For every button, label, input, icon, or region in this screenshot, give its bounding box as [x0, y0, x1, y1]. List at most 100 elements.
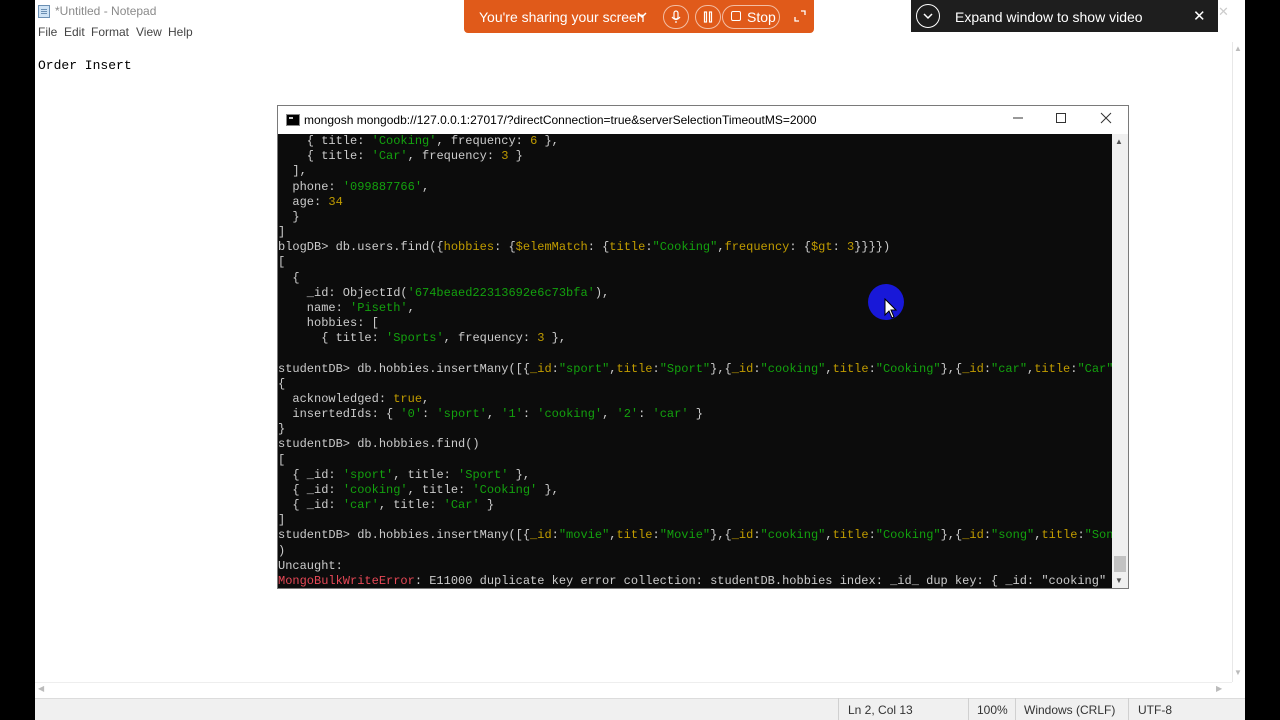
console-text-segment: 'cooking'	[342, 482, 408, 497]
console-text-segment: :	[422, 407, 437, 422]
menu-view[interactable]: View	[136, 25, 162, 39]
console-text-segment: 'cooking'	[537, 407, 603, 422]
maximize-icon[interactable]	[1053, 111, 1069, 127]
console-output[interactable]: { title: 'Cooking', frequency: 6 }, { ti…	[278, 134, 1112, 588]
console-text-segment: MongoBulkWriteError	[278, 573, 415, 588]
notepad-vertical-scrollbar[interactable]	[1232, 42, 1246, 682]
console-text-segment: , title:	[378, 498, 444, 513]
console-text-segment: 'Cooking'	[472, 482, 538, 497]
console-text-segment: }	[278, 422, 286, 437]
console-text-segment: {	[278, 270, 300, 285]
console-text-segment: 'sport'	[342, 467, 394, 482]
console-text-segment: "Cooking"	[652, 240, 718, 255]
console-text-segment: ,	[486, 407, 502, 422]
console-line: blogDB> db.users.find({hobbies: {$elemMa…	[278, 240, 890, 255]
scroll-left-arrow-icon[interactable]: ◀	[38, 684, 44, 693]
console-text-segment: , frequency:	[436, 134, 531, 148]
mouse-pointer-icon	[884, 297, 898, 320]
console-text-segment: Uncaught:	[278, 558, 343, 573]
console-scrollbar[interactable]	[1112, 134, 1128, 588]
expand-icon[interactable]	[792, 8, 808, 24]
scroll-up-arrow-icon[interactable]: ▲	[1234, 44, 1242, 53]
scroll-down-arrow-icon[interactable]: ▼	[1234, 668, 1242, 677]
letterbox-right	[1245, 0, 1280, 720]
console-line: { _id: 'sport', title: 'Sport' },	[278, 468, 530, 483]
console-text-segment: 'Sports'	[386, 331, 444, 346]
menu-help[interactable]: Help	[168, 25, 193, 39]
stop-label: Stop	[747, 9, 776, 25]
console-text-segment: },{	[710, 528, 732, 543]
console-text-segment: :	[983, 361, 992, 376]
notepad-content[interactable]: Order Insert	[38, 58, 132, 73]
notepad-horizontal-scrollbar[interactable]	[35, 682, 1232, 697]
close-icon[interactable]: ✕	[1193, 7, 1206, 25]
screen-share-label[interactable]: You're sharing your screen	[479, 9, 645, 25]
console-text-segment: "Movie"	[659, 528, 711, 543]
console-text-segment: title	[616, 528, 653, 543]
menu-file[interactable]: File	[38, 25, 57, 39]
console-text-segment: ,	[717, 240, 725, 255]
scroll-down-arrow-icon[interactable]: ▼	[1115, 576, 1123, 585]
console-text-segment: "Cooking"	[875, 528, 941, 543]
console-text-segment: 'sport'	[436, 407, 487, 422]
console-text-segment: :	[868, 361, 876, 376]
console-text-segment: [	[278, 255, 286, 270]
console-text-segment: "song"	[991, 528, 1035, 543]
console-line: studentDB> db.hobbies.insertMany([{_id:"…	[278, 528, 1112, 543]
scroll-up-arrow-icon[interactable]: ▲	[1115, 137, 1123, 146]
console-title: mongosh mongodb://127.0.0.1:27017/?direc…	[304, 113, 817, 127]
console-text-segment: 'car'	[342, 498, 379, 513]
console-line: { title: 'Car', frequency: 3 }	[278, 149, 523, 164]
expand-video-label[interactable]: Expand window to show video	[955, 9, 1143, 25]
close-icon[interactable]: ✕	[1218, 4, 1229, 20]
chevron-down-icon[interactable]	[637, 9, 647, 21]
status-encoding: UTF-8	[1138, 703, 1172, 717]
console-text-segment: :	[551, 361, 559, 376]
console-line: hobbies: [	[278, 316, 379, 331]
console-scroll-thumb[interactable]	[1114, 556, 1126, 572]
menu-edit[interactable]: Edit	[64, 25, 85, 39]
console-line: }	[278, 210, 299, 225]
console-text-segment: }	[688, 407, 703, 422]
console-text-segment: :	[753, 361, 761, 376]
console-text-segment: :	[753, 528, 761, 543]
console-text-segment: title	[832, 361, 869, 376]
menu-format[interactable]: Format	[91, 25, 129, 39]
console-text-segment: _id	[962, 528, 984, 543]
console-text-segment: "movie"	[558, 528, 610, 543]
console-text-segment: "cooking"	[760, 528, 826, 543]
pause-icon[interactable]	[695, 5, 721, 29]
console-text-segment: : E11000 duplicate key error collection:…	[414, 573, 1112, 588]
console-text-segment: , title:	[407, 482, 473, 497]
console-text-segment: : {	[494, 240, 516, 255]
status-line-ending: Windows (CRLF)	[1024, 703, 1116, 717]
console-text-segment: }	[508, 149, 523, 164]
console-text-segment: $elemMatch	[515, 240, 588, 255]
console-text-segment: { _id:	[278, 482, 343, 497]
close-icon[interactable]	[1098, 111, 1114, 127]
status-divider	[1128, 698, 1129, 720]
scroll-right-arrow-icon[interactable]: ▶	[1216, 684, 1222, 693]
console-line: )	[278, 544, 285, 559]
console-line: { title: 'Sports', frequency: 3 },	[278, 331, 566, 346]
console-line: phone: '099887766',	[278, 180, 429, 195]
console-text-segment: :	[551, 528, 559, 543]
console-text-segment: blogDB> db.users.find({	[278, 240, 444, 255]
console-text-segment: :	[1077, 528, 1085, 543]
console-text-segment: },{	[940, 361, 963, 376]
console-line: insertedIds: { '0': 'sport', '1': 'cooki…	[278, 407, 703, 422]
microphone-icon[interactable]	[663, 5, 689, 29]
letterbox-left	[0, 0, 35, 720]
chevron-down-icon[interactable]	[916, 4, 940, 28]
status-zoom: 100%	[977, 703, 1008, 717]
console-text-segment: ,	[422, 391, 430, 406]
console-text-segment: },	[508, 467, 531, 482]
console-text-segment: { title:	[278, 134, 372, 148]
status-position: Ln 2, Col 13	[848, 703, 913, 717]
console-text-segment: },{	[940, 528, 963, 543]
console-text-segment: :	[652, 361, 660, 376]
console-text-segment: 'Sport'	[458, 467, 509, 482]
console-text-segment: _id: ObjectId(	[278, 285, 408, 300]
minimize-icon[interactable]	[1010, 111, 1026, 127]
console-text-segment: insertedIds: {	[278, 407, 401, 422]
